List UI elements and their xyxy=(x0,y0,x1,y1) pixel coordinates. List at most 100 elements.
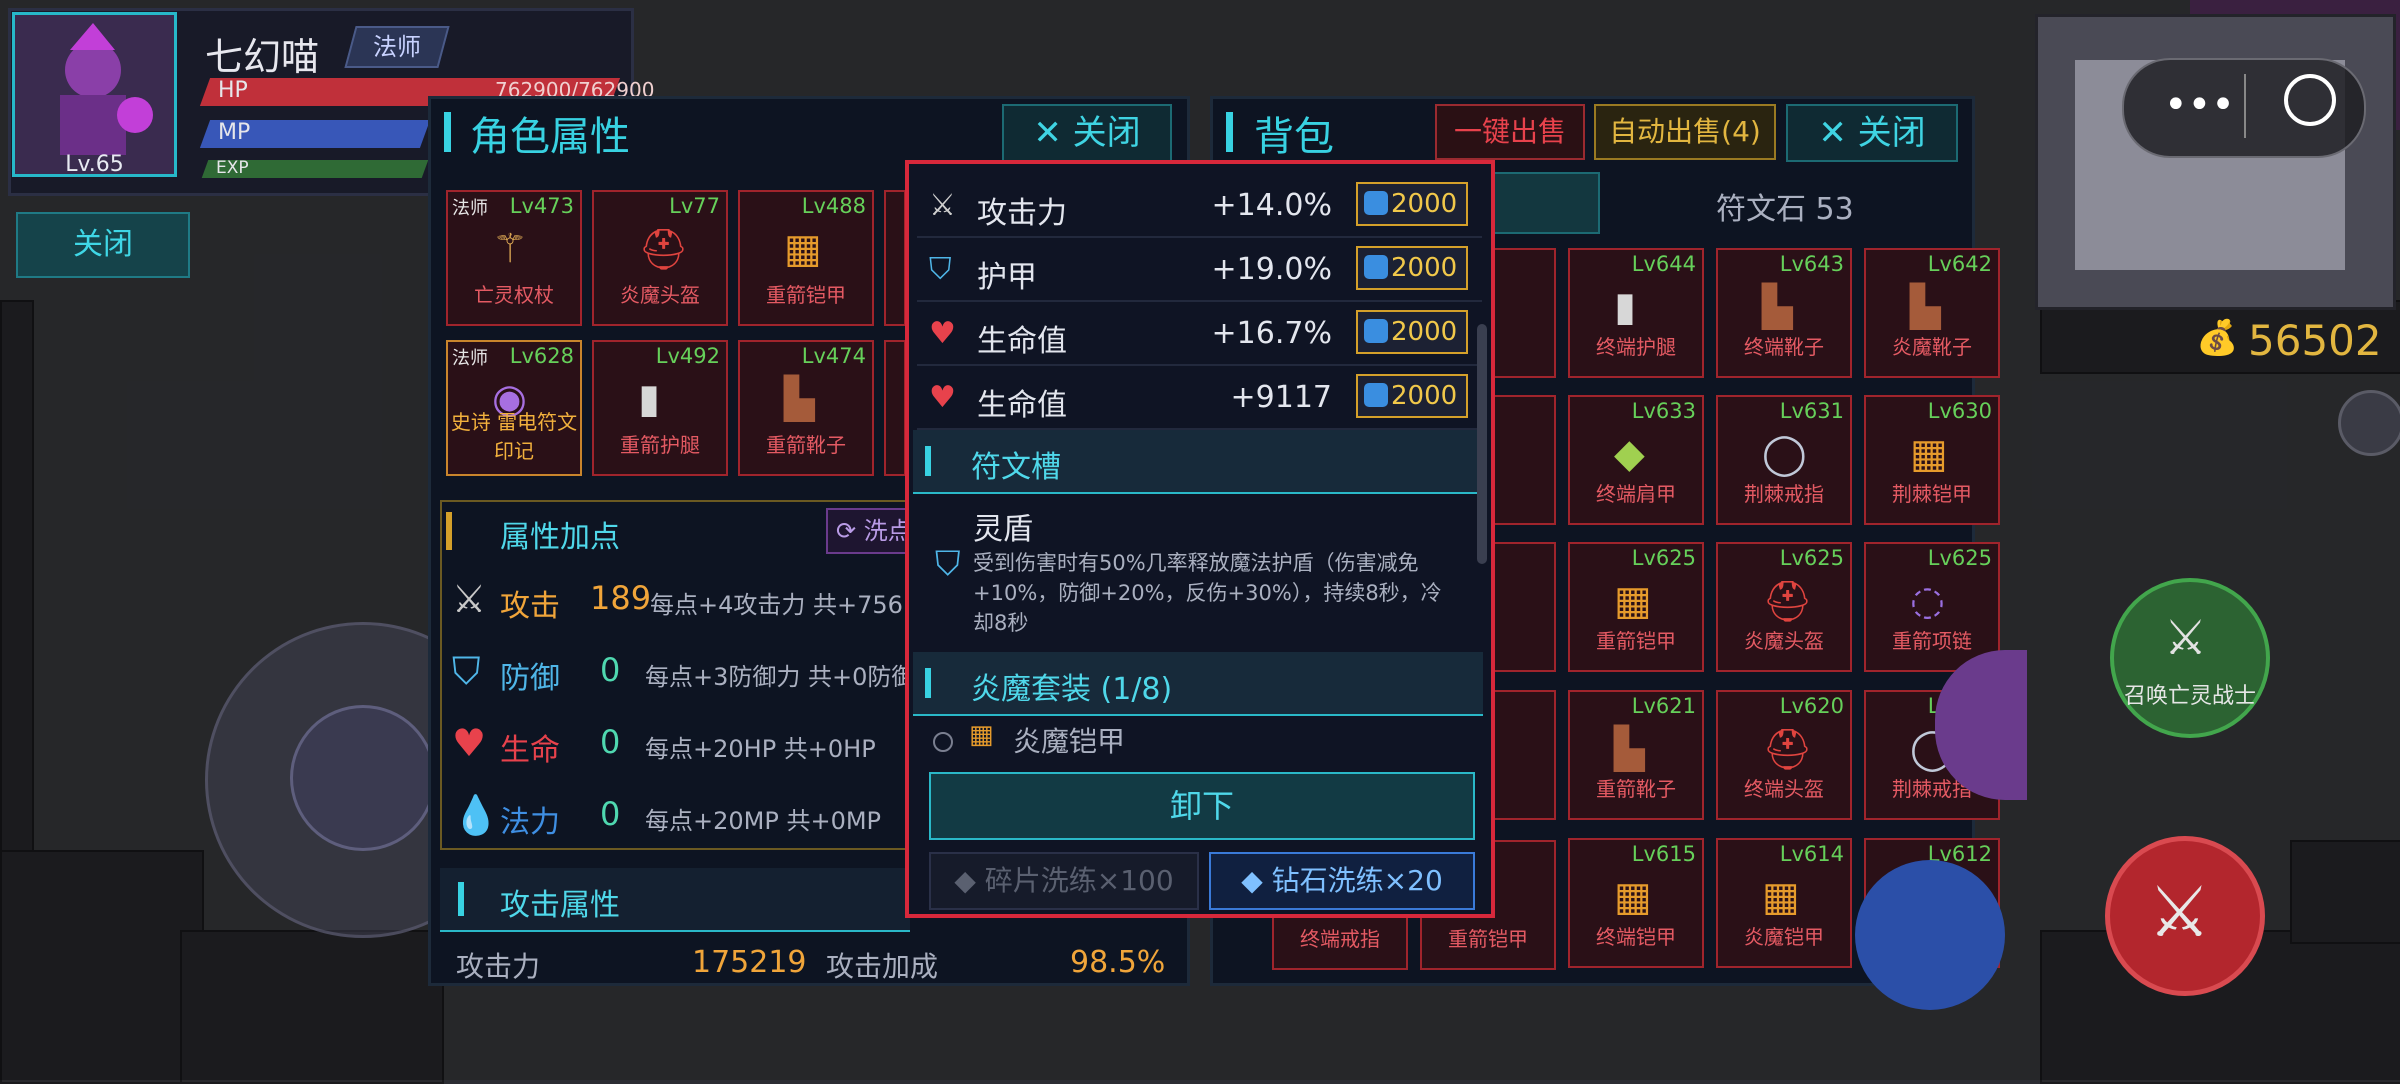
bag-item[interactable]: Lv625 ◌ 重箭项链 xyxy=(1864,542,2000,672)
helmet-icon: ⛑ xyxy=(1762,579,1813,625)
left-close-button[interactable]: 关闭 xyxy=(16,212,190,278)
diamond-refine-button[interactable]: ◆ 钻石洗练×20 xyxy=(1209,852,1475,910)
slot-name: 炎魔铠甲 xyxy=(1744,925,1824,949)
bag-item[interactable]: Lv644 ▮ 终端护腿 xyxy=(1568,248,1704,378)
reroll-icon xyxy=(1364,255,1388,279)
summon-label: 召唤亡灵战士 xyxy=(2123,684,2256,709)
slot-name: 重箭铠甲 xyxy=(766,283,846,307)
auto-sell-button[interactable]: 自动出售(4) xyxy=(1594,104,1776,160)
equip-slot-boots[interactable]: Lv474 ▙ 重箭靴子 xyxy=(738,340,874,476)
reroll-cost: 2000 xyxy=(1391,381,1458,411)
equip-slot-partial[interactable] xyxy=(884,340,906,476)
sell-all-label: 一键出售 xyxy=(1453,115,1566,148)
exp-label: EXP xyxy=(216,158,249,178)
slot-class-tag: 法师 xyxy=(452,348,488,369)
unequip-label: 卸下 xyxy=(1169,787,1234,825)
equip-slot-armor[interactable]: Lv488 ▦ 重箭铠甲 xyxy=(738,190,874,326)
slot-level: Lv474 xyxy=(801,344,866,368)
armor-icon: ▦ xyxy=(1614,578,1652,624)
attr-points-title: 属性加点 xyxy=(500,520,620,555)
attr-row: ♥ 生命值 +16.7% 2000 xyxy=(917,302,1482,366)
necklace-icon: ◌ xyxy=(1910,578,1945,624)
diamond-refine-label: 钻石洗练×20 xyxy=(1271,864,1443,897)
equip-slot-partial[interactable] xyxy=(884,190,906,326)
attr-value: +19.0% xyxy=(1211,252,1332,287)
set-item-radio xyxy=(933,732,953,752)
skill-button-blue[interactable] xyxy=(1855,860,2005,1010)
hp-label: HP xyxy=(218,78,248,103)
reset-points-button[interactable]: ⟳ 洗点 xyxy=(826,508,916,554)
bag-item[interactable]: Lv631 ◯ 荆棘戒指 xyxy=(1716,395,1852,525)
equip-slot-weapon[interactable]: 法师 Lv473 ⚚ 亡灵权杖 xyxy=(446,190,582,326)
player-level: Lv.65 xyxy=(65,152,124,177)
slot-name: 终端头盔 xyxy=(1744,777,1824,801)
bag-item[interactable]: Lv615 ▦ 终端铠甲 xyxy=(1568,838,1704,968)
unequip-button[interactable]: 卸下 xyxy=(929,772,1475,840)
equip-slot-helmet[interactable]: Lv77 ⛑ 炎魔头盔 xyxy=(592,190,728,326)
reroll-button[interactable]: 2000 xyxy=(1356,374,1468,418)
popup-scrollbar[interactable] xyxy=(1477,324,1487,564)
bag-item[interactable]: Lv614 ▦ 炎魔铠甲 xyxy=(1716,838,1852,968)
gear-icon[interactable] xyxy=(2338,390,2400,456)
slot-name: 终端铠甲 xyxy=(1596,925,1676,949)
bag-item[interactable]: Lv620 ⛑ 终端头盔 xyxy=(1716,690,1852,820)
stat-row-mana: 💧 法力 0 每点+20MP 共+0MP xyxy=(440,781,900,851)
bag-item[interactable]: Lv625 ⛑ 炎魔头盔 xyxy=(1716,542,1852,672)
equip-slot-legs[interactable]: Lv492 ▮ 重箭护腿 xyxy=(592,340,728,476)
slot-name: 重箭铠甲 xyxy=(1596,629,1676,653)
more-icon[interactable]: ••• xyxy=(2164,82,2235,128)
shoulder-icon: ◆ xyxy=(1614,431,1645,477)
swords-icon: ⚔ xyxy=(929,188,956,223)
reroll-button[interactable]: 2000 xyxy=(1356,310,1468,354)
reroll-button[interactable]: 2000 xyxy=(1356,182,1468,226)
boot-icon: ▙ xyxy=(1614,726,1645,772)
bag-item[interactable]: Lv621 ▙ 重箭靴子 xyxy=(1568,690,1704,820)
slot-level: Lv625 xyxy=(1927,546,1992,570)
tab-equipment[interactable] xyxy=(1480,172,1600,234)
reroll-icon xyxy=(1364,319,1388,343)
section-bar xyxy=(925,446,931,476)
equip-slot-rune[interactable]: 法师 Lv628 ◉ 史诗 雷电符文印记 xyxy=(446,340,582,476)
bag-item[interactable]: Lv630 ▦ 荆棘铠甲 xyxy=(1864,395,2000,525)
attr-value: +9117 xyxy=(1230,380,1332,415)
stat-desc: 每点+20HP 共+0HP xyxy=(645,735,876,763)
joystick-knob[interactable] xyxy=(290,705,436,851)
attr-row: ♥ 生命值 +9117 2000 xyxy=(917,366,1482,430)
attack-button[interactable]: ⚔ xyxy=(2105,836,2265,996)
summon-skill-button[interactable]: ⚔ 召唤亡灵战士 xyxy=(2110,578,2270,738)
heart-icon: ♥ xyxy=(929,316,956,351)
attr-value: +16.7% xyxy=(1211,316,1332,351)
money-bag-icon: 💰 xyxy=(2196,318,2239,358)
bag-item[interactable]: Lv633 ◆ 终端肩甲 xyxy=(1568,395,1704,525)
bag-close-button[interactable]: ✕ 关闭 xyxy=(1786,104,1958,162)
bag-title-bar xyxy=(1226,112,1233,152)
bag-item[interactable]: Lv642 ▙ 炎魔靴子 xyxy=(1864,248,2000,378)
armor-icon: ▦ xyxy=(1910,431,1948,477)
bag-item[interactable]: Lv625 ▦ 重箭铠甲 xyxy=(1568,542,1704,672)
bag-close-label: 关闭 xyxy=(1857,113,1926,153)
stat-value: 189 xyxy=(590,579,652,617)
tab-rune-stones[interactable]: 符文石 53 xyxy=(1716,184,1854,228)
staff-icon: ⚚ xyxy=(492,226,528,272)
diamond-icon: ◆ xyxy=(954,864,985,897)
slot-level: Lv77 xyxy=(669,194,720,218)
slot-level: Lv614 xyxy=(1779,842,1844,866)
bag-item[interactable]: Lv643 ▙ 终端靴子 xyxy=(1716,248,1852,378)
slot-level: Lv488 xyxy=(801,194,866,218)
slot-name: 重箭护腿 xyxy=(620,433,700,457)
attr-value: +14.0% xyxy=(1211,188,1332,223)
armor-icon: ▦ xyxy=(969,720,994,750)
left-close-label: 关闭 xyxy=(73,227,133,262)
reroll-button[interactable]: 2000 xyxy=(1356,246,1468,290)
fragment-refine-button[interactable]: ◆ 碎片洗练×100 xyxy=(929,852,1199,910)
target-icon[interactable] xyxy=(2284,74,2336,126)
stat-value: 0 xyxy=(600,795,621,833)
sell-all-button[interactable]: 一键出售 xyxy=(1435,104,1585,160)
character-close-button[interactable]: ✕ 关闭 xyxy=(1002,104,1172,162)
slot-level: Lv620 xyxy=(1779,694,1844,718)
slot-name: 重箭铠甲 xyxy=(1448,927,1528,951)
slot-name: 亡灵权杖 xyxy=(474,283,554,307)
attr-points-bar xyxy=(446,512,452,550)
slot-level: Lv625 xyxy=(1631,546,1696,570)
stat-desc: 每点+20MP 共+0MP xyxy=(645,807,882,835)
